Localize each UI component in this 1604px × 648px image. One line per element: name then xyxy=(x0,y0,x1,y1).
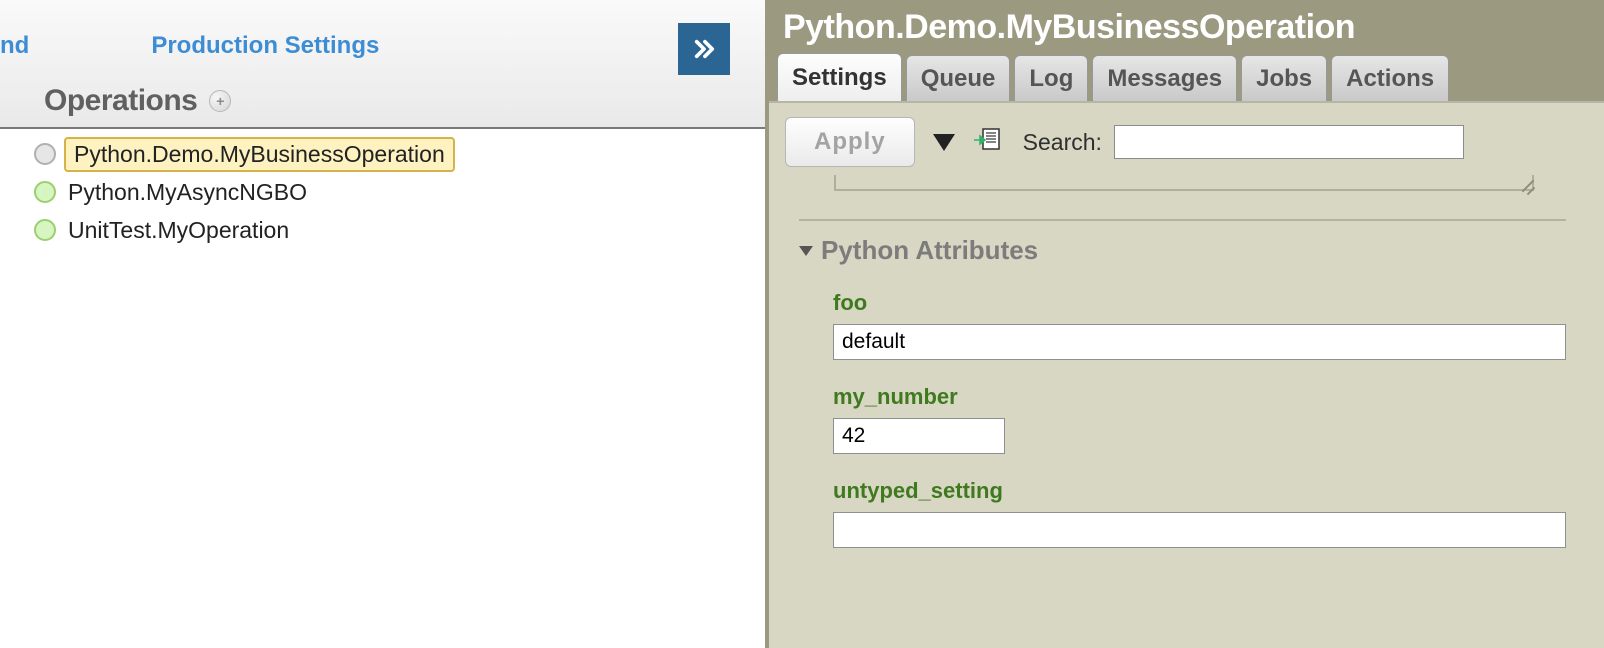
tab-jobs[interactable]: Jobs xyxy=(1241,55,1327,101)
operations-list: Python.Demo.MyBusinessOperation Python.M… xyxy=(0,129,765,249)
status-dot-icon xyxy=(34,219,56,241)
production-settings-link[interactable]: Production Settings xyxy=(151,32,379,60)
status-dot-icon xyxy=(34,181,56,203)
caret-down-icon xyxy=(799,246,813,256)
field-label: my_number xyxy=(833,384,1566,410)
operation-item[interactable]: Python.MyAsyncNGBO xyxy=(34,173,765,211)
add-operation-button[interactable]: + xyxy=(209,90,231,112)
resize-handle-icon[interactable] xyxy=(1516,177,1534,191)
operations-heading: Operations + xyxy=(44,84,231,118)
field-label: untyped_setting xyxy=(833,478,1566,504)
operation-label: Python.Demo.MyBusinessOperation xyxy=(64,137,455,172)
tab-log[interactable]: Log xyxy=(1014,55,1088,101)
expand-right-button[interactable] xyxy=(678,23,730,75)
operation-label: Python.MyAsyncNGBO xyxy=(64,177,315,208)
my-number-input[interactable] xyxy=(833,418,1005,454)
field-untyped-setting: untyped_setting xyxy=(833,478,1566,548)
breadcrumb-fragment: nd xyxy=(0,32,29,60)
left-panel: nd Production Settings Operations + Pyth… xyxy=(0,0,765,648)
search-label: Search: xyxy=(1023,129,1102,156)
python-attributes-section: Python Attributes foo my_number untyped_… xyxy=(799,219,1566,548)
status-dot-icon xyxy=(34,143,56,165)
search-group: Search: xyxy=(1023,125,1592,159)
previous-section-fragment xyxy=(834,175,1534,191)
tab-strip: Settings Queue Log Messages Jobs Actions xyxy=(769,53,1604,101)
operation-label: UnitTest.MyOperation xyxy=(64,215,297,246)
section-title: Python Attributes xyxy=(821,235,1038,266)
untyped-setting-input[interactable] xyxy=(833,512,1566,548)
tab-actions[interactable]: Actions xyxy=(1331,55,1449,101)
breadcrumb: nd Production Settings xyxy=(0,32,765,60)
tab-settings[interactable]: Settings xyxy=(777,53,902,101)
search-input[interactable] xyxy=(1114,125,1464,159)
section-toggle[interactable]: Python Attributes xyxy=(799,235,1566,266)
detail-title: Python.Demo.MyBusinessOperation xyxy=(769,0,1604,53)
export-icon[interactable] xyxy=(973,127,1001,158)
dropdown-triangle-icon[interactable] xyxy=(933,134,955,151)
operations-title: Operations xyxy=(44,84,197,118)
operation-item[interactable]: UnitTest.MyOperation xyxy=(34,211,765,249)
tab-queue[interactable]: Queue xyxy=(906,55,1011,101)
field-my-number: my_number xyxy=(833,384,1566,454)
settings-panel: Apply Search: xyxy=(769,101,1604,648)
right-panel: Python.Demo.MyBusinessOperation Settings… xyxy=(765,0,1604,648)
foo-input[interactable] xyxy=(833,324,1566,360)
settings-toolbar: Apply Search: xyxy=(769,103,1604,175)
field-label: foo xyxy=(833,290,1566,316)
tab-messages[interactable]: Messages xyxy=(1092,55,1237,101)
field-foo: foo xyxy=(833,290,1566,360)
chevron-double-right-icon xyxy=(693,38,715,60)
operation-item[interactable]: Python.Demo.MyBusinessOperation xyxy=(34,135,765,173)
apply-button[interactable]: Apply xyxy=(785,117,915,167)
left-header: nd Production Settings Operations + xyxy=(0,0,765,129)
